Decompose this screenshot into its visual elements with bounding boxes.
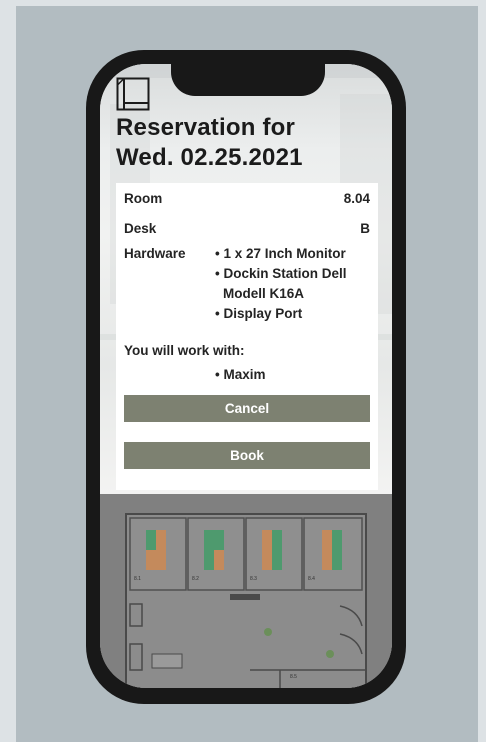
hardware-item: • Display Port	[215, 306, 303, 321]
room-label-8-4: 8.4	[308, 576, 315, 582]
phone-notch	[171, 52, 325, 96]
coworkers-label: You will work with:	[124, 343, 245, 358]
hardware-item: • Dockin Station Dell	[215, 266, 347, 281]
hardware-item: • 1 x 27 Inch Monitor	[215, 246, 346, 261]
room-label-8-1: 8.1	[134, 576, 141, 582]
desk-label: Desk	[124, 221, 157, 236]
hardware-label: Hardware	[124, 246, 186, 261]
book-button[interactable]: Book	[124, 442, 370, 469]
cancel-button[interactable]: Cancel	[124, 395, 370, 422]
page-title: Reservation for Wed. 02.25.2021	[116, 113, 386, 173]
coworker-list: • Maxim	[215, 365, 266, 385]
room-value: 8.04	[343, 191, 370, 206]
coworker-item: • Maxim	[215, 367, 266, 382]
desk-value: B	[360, 221, 370, 236]
room-label-8-5: 8.5	[290, 674, 297, 680]
room-label: Room	[124, 191, 163, 206]
room-label-8-3: 8.3	[250, 576, 257, 582]
hardware-list: • 1 x 27 Inch Monitor • Dockin Station D…	[215, 244, 347, 324]
room-row: Room 8.04	[124, 191, 370, 206]
building-outline-icon	[116, 77, 150, 111]
desk-row: Desk B	[124, 221, 370, 236]
title-line-2: Wed. 02.25.2021	[116, 144, 303, 171]
floor-plan[interactable]: 8.1 8.2 8.3 8.4 8.5	[100, 494, 392, 688]
title-line-1: Reservation for	[116, 114, 296, 141]
room-label-8-2: 8.2	[192, 576, 199, 582]
hardware-item: Modell K16A	[223, 286, 305, 301]
